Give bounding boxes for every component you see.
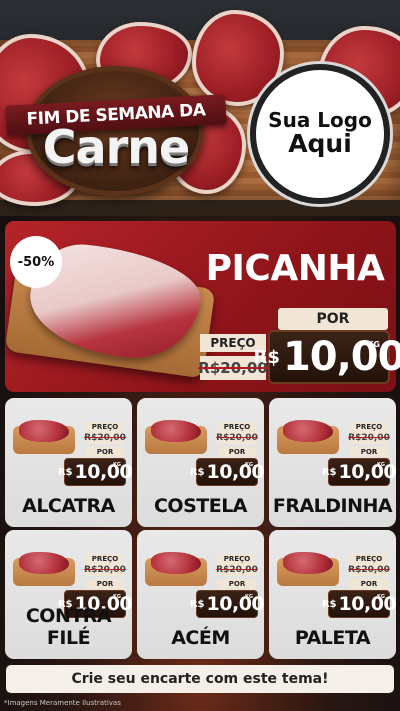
featured-product-name: PICANHA [205,248,385,289]
new-price: 10,00 [206,461,264,483]
por-label: POR [86,579,124,589]
currency-symbol: R$ [253,346,280,368]
logo-line-2: Aqui [288,129,352,159]
product-card[interactable]: PREÇO R$20,00 POR R$ 10,00 KG FRALDINHA [269,398,396,527]
price-label: PREÇO [86,422,124,432]
new-price-box: R$ 10,00 KG [322,590,396,618]
unit-label: KG [245,462,253,468]
por-label: POR [278,308,388,330]
meat-image [145,552,207,586]
currency-symbol: R$ [321,598,337,610]
currency-symbol: R$ [57,466,73,478]
por-label: POR [218,447,256,457]
new-price-box: R$ 10,00 KG [58,458,132,486]
product-name: PALETA [294,627,371,649]
logo-line-1: Sua Logo [268,108,372,133]
new-price: 10,00 [338,461,396,483]
price-label: PREÇO [218,422,256,432]
currency-symbol: R$ [189,598,205,610]
old-price: R$20,00 [348,564,390,576]
product-name: FRALDINHA [272,495,393,517]
product-name: CONTRA FILÉ [25,605,112,649]
unit-label: KG [245,594,253,600]
unit-label: KG [367,340,380,349]
meat-image [145,420,207,454]
por-label: POR [350,579,388,589]
product-name: ACÉM [171,627,230,649]
new-price: 10,00 [206,593,264,615]
price-label: PREÇO [350,554,388,564]
meat-image [13,420,75,454]
cta-banner[interactable]: Crie seu encarte com este tema! [6,665,394,693]
old-price: R$20,00 [84,432,126,444]
unit-label: KG [113,462,121,468]
product-card[interactable]: PREÇO R$20,00 POR R$ 10,00 KG ALCATRA [5,398,132,527]
unit-label: KG [113,594,121,600]
product-card[interactable]: PREÇO R$20,00 POR R$ 10,00 KG PALETA [269,530,396,659]
product-name: ALCATRA [22,495,115,517]
old-price: R$20,00 [84,564,126,576]
new-price-box: R$ 10,00 KG [322,458,396,486]
product-name: COSTELA [153,495,248,517]
currency-symbol: R$ [321,466,337,478]
meat-image [277,552,339,586]
price-label: PREÇO [86,554,124,564]
product-card[interactable]: PREÇO R$20,00 POR R$ 10,00 KG COSTELA [137,398,264,527]
new-price: 10,00 [338,593,396,615]
unit-label: KG [377,594,385,600]
new-price: 10,00 [282,334,400,380]
currency-symbol: R$ [189,466,205,478]
old-price: R$20,00 [216,564,258,576]
por-label: POR [350,447,388,457]
price-label: PREÇO [350,422,388,432]
new-price-box: R$ 10,00 KG [254,330,400,384]
product-card[interactable]: PREÇO R$20,00 POR R$ 10,00 KG CONTRA FILÉ [5,530,132,659]
disclaimer: *Imagens Meramente Ilustrativas [4,699,121,707]
meat-image [277,420,339,454]
product-card[interactable]: PREÇO R$20,00 POR R$ 10,00 KG ACÉM [137,530,264,659]
old-price: R$20,00 [216,432,258,444]
unit-label: KG [377,462,385,468]
new-price: 10,00 [74,461,132,483]
meat-image [13,552,75,586]
discount-badge: -50% [10,236,62,288]
new-price-box: R$ 10,00 KG [190,590,264,618]
logo-placeholder[interactable]: Sua Logo Aqui [250,64,390,204]
new-price-box: R$ 10,00 KG [190,458,264,486]
por-label: POR [218,579,256,589]
price-label: PREÇO [218,554,256,564]
por-label: POR [86,447,124,457]
badge-title: Carne [42,120,190,174]
old-price: R$20,00 [348,432,390,444]
